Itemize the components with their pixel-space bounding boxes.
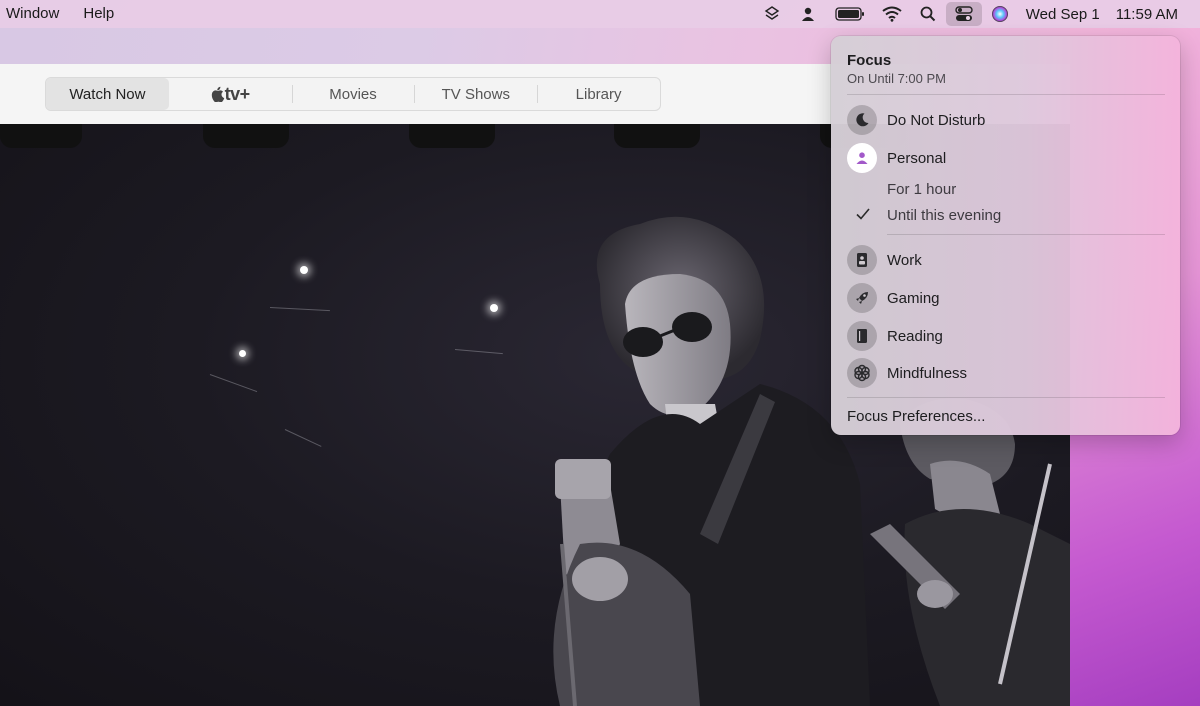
do-not-disturb-label: Do Not Disturb — [887, 111, 986, 129]
tab-watch-now-label: Watch Now — [69, 85, 146, 103]
tab-movies[interactable]: Movies — [291, 78, 415, 110]
focus-mode-do-not-disturb[interactable]: Do Not Disturb — [847, 104, 985, 136]
flower-icon — [847, 358, 877, 388]
separator — [847, 94, 1165, 95]
book-icon — [847, 321, 877, 351]
focus-panel: Focus On Until 7:00 PM Do Not Disturb Pe… — [831, 36, 1180, 435]
menu-bar: Window Help Wed Sep 1 11:59 AM — [0, 0, 1200, 28]
menu-window[interactable]: Window — [0, 0, 71, 28]
option-until-this-evening[interactable]: Until this evening — [887, 207, 1001, 224]
siri-icon[interactable] — [982, 0, 1018, 28]
control-center-icon[interactable] — [945, 2, 982, 26]
tab-tv-shows-label: TV Shows — [441, 85, 510, 103]
menu-extras: Wed Sep 1 11:59 AM — [754, 0, 1200, 28]
user-icon[interactable] — [790, 0, 826, 28]
badge-icon — [847, 245, 877, 275]
personal-label: Personal — [887, 149, 947, 167]
focus-mode-mindfulness[interactable]: Mindfulness — [847, 357, 967, 389]
focus-mode-gaming[interactable]: Gaming — [847, 282, 940, 314]
tab-tv-shows[interactable]: TV Shows — [414, 78, 537, 110]
apple-logo-icon — [211, 86, 224, 102]
tab-watch-now[interactable]: Watch Now — [46, 78, 169, 110]
checkmark-icon — [855, 206, 871, 227]
focus-mode-reading[interactable]: Reading — [847, 320, 943, 352]
mindfulness-label: Mindfulness — [887, 364, 968, 382]
separator — [847, 397, 1165, 398]
tab-movies-label: Movies — [329, 85, 377, 103]
battery-icon[interactable] — [826, 0, 874, 28]
tab-apple-tv-plus[interactable]: tv+ — [169, 78, 292, 110]
tab-library-label: Library — [575, 85, 622, 103]
layers-icon[interactable] — [754, 0, 790, 28]
moon-icon — [847, 105, 877, 135]
rocket-icon — [847, 283, 877, 313]
person-icon — [847, 143, 877, 173]
menubar-time[interactable]: 11:59 AM — [1108, 6, 1200, 23]
focus-title: Focus — [847, 52, 892, 69]
reading-label: Reading — [887, 327, 943, 345]
work-label: Work — [887, 251, 922, 269]
tv-tab-bar: Watch Now tv+ Movies TV Shows Library — [45, 77, 661, 111]
separator — [887, 234, 1165, 235]
wifi-icon[interactable] — [874, 0, 910, 28]
menu-help[interactable]: Help — [71, 0, 126, 28]
focus-mode-work[interactable]: Work — [847, 244, 922, 276]
search-icon[interactable] — [910, 0, 946, 28]
tab-apple-tv-plus-label: tv+ — [224, 83, 251, 104]
tab-library[interactable]: Library — [537, 78, 660, 110]
focus-mode-personal[interactable]: Personal — [847, 142, 946, 174]
gaming-label: Gaming — [887, 289, 940, 307]
menubar-date[interactable]: Wed Sep 1 — [1018, 6, 1108, 23]
focus-preferences-link[interactable]: Focus Preferences... — [847, 408, 985, 425]
focus-subtitle: On Until 7:00 PM — [847, 71, 946, 86]
option-for-1-hour[interactable]: For 1 hour — [887, 181, 956, 198]
